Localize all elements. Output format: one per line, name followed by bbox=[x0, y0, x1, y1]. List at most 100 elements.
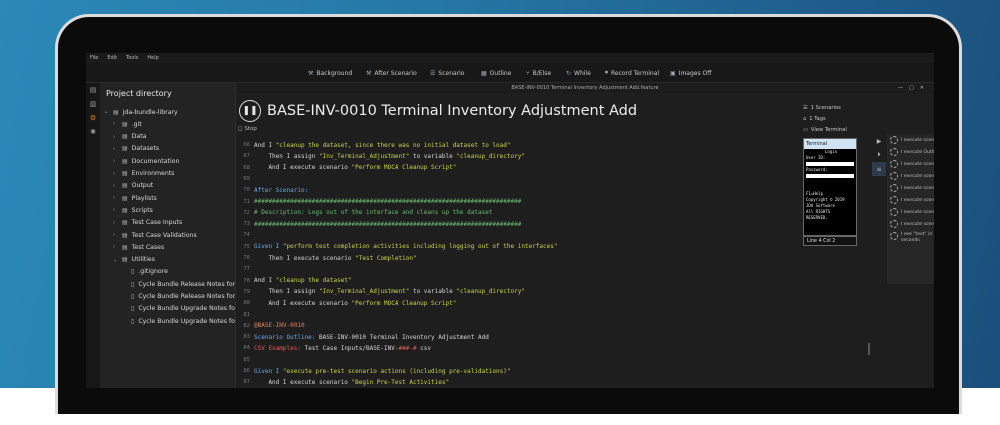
log-text: I execute scenario "Check For User Login… bbox=[901, 221, 934, 227]
tree-item[interactable]: › ▤ .git bbox=[113, 118, 142, 130]
code-line: 80 And I execute scenario "Perform MOCA … bbox=[236, 297, 788, 309]
log-entry: I execute scenario "Check For User Login… bbox=[887, 218, 934, 230]
tree-item-label: jda-bundle-library bbox=[122, 108, 178, 116]
tree-item[interactable]: › ▤ Test Cases bbox=[113, 241, 164, 253]
tree-item[interactable]: ▯Cycle Bundle Release Notes for Blu bbox=[122, 278, 235, 290]
editor-title: BASE-INV-0010 Terminal Inventory Adjustm… bbox=[267, 103, 638, 119]
code-token: "cleanup the dataset" bbox=[275, 277, 352, 285]
line-number: 74 bbox=[243, 232, 250, 239]
tree-item-label: Cycle Bundle Upgrade Notes for Bl bbox=[138, 305, 236, 313]
chevron-icon: ⌄ bbox=[113, 256, 118, 263]
log-entry: I execute scenario "Check For Login Scre… bbox=[887, 182, 934, 194]
code-token: "cleanup the dataset, since there was no… bbox=[275, 141, 511, 149]
log-text: I execute scenario "Check For Login Scre… bbox=[901, 185, 934, 191]
files-icon[interactable]: ▤ bbox=[86, 83, 100, 97]
folder-icon: ▤ bbox=[122, 170, 128, 177]
pause-icon: ❚❚ bbox=[242, 106, 258, 116]
while-button[interactable]: ↻ While bbox=[566, 67, 591, 79]
terminal-preview[interactable]: Terminal Login User ID: Password: F1=Hel… bbox=[803, 138, 857, 236]
menu-help[interactable]: Help bbox=[147, 55, 158, 61]
line-number: 68 bbox=[243, 164, 250, 171]
tree-item[interactable]: ▯ .gitignore bbox=[122, 266, 168, 278]
library-icon[interactable]: ▥ bbox=[86, 97, 100, 111]
log-entry: I execute scenario "Check For User Logge… bbox=[887, 206, 934, 218]
tree-item[interactable]: › ▤ Playlists bbox=[113, 192, 157, 204]
code-token: "execute pre-test scenario actions (incl… bbox=[282, 367, 511, 375]
code-token: to variable bbox=[409, 152, 457, 160]
tree-item[interactable]: › ▤ Test Case Inputs bbox=[113, 217, 182, 229]
tree-item[interactable]: ▯Cycle Bundle Release Notes for Blu bbox=[122, 291, 235, 303]
code-token: "Inv_Terminal_Adjustment" bbox=[319, 152, 410, 160]
after-scenario-button[interactable]: ⚒ After Scenario bbox=[366, 67, 417, 79]
code-line: 67 Then I assign "Inv_Terminal_Adjustmen… bbox=[236, 150, 788, 162]
record-terminal-button[interactable]: ⏺ Record Terminal bbox=[605, 67, 659, 79]
git-icon[interactable]: ⚙ bbox=[86, 111, 100, 125]
scrollbar-thumb[interactable] bbox=[868, 343, 870, 355]
code-line: 85 bbox=[236, 354, 788, 366]
folder-icon: ▤ bbox=[122, 243, 128, 251]
tree-item[interactable]: ▯ Cycle Bundle Upgrade Notes for Bl bbox=[122, 315, 235, 327]
chevron-icon: › bbox=[113, 219, 115, 226]
maximize-button[interactable]: □ bbox=[909, 83, 914, 93]
code-token: "Perform MOCA Cleanup Script" bbox=[351, 299, 457, 307]
code-token: Then I assign bbox=[254, 288, 320, 296]
code-line: 82 @BASE-INV-0010 bbox=[236, 320, 788, 332]
tree-item[interactable]: › ▤ Data bbox=[113, 131, 146, 143]
code-token: "Inv_Terminal_Adjustment" bbox=[319, 288, 410, 296]
tags-link[interactable]: ⌂ 1 Tags bbox=[803, 113, 873, 124]
code-token: "Test Completion" bbox=[355, 254, 417, 262]
code-line: 83 Scenario Outline: BASE-INV-0010 Termin… bbox=[236, 331, 788, 343]
line-number: 82 bbox=[243, 322, 250, 329]
user-id-field bbox=[806, 162, 854, 166]
chevron-icon: › bbox=[113, 244, 115, 251]
code-token: Then I execute scenario bbox=[254, 254, 356, 262]
chevron-icon: › bbox=[113, 170, 115, 177]
app-window: File Edit Tools Help ⚒ Background ⚒ After … bbox=[86, 53, 934, 388]
grid-icon: ▦ bbox=[481, 69, 487, 77]
run-icon[interactable]: ▶ bbox=[872, 134, 886, 148]
tree-item-label: Test Case Validations bbox=[131, 231, 197, 239]
tree-item[interactable]: › ▤ Output bbox=[113, 180, 153, 192]
tree-item[interactable]: › ▤ Environments bbox=[113, 168, 174, 180]
tree-item[interactable]: ▯ Cycle Bundle Upgrade Notes for Bl bbox=[122, 303, 236, 315]
log-icon[interactable]: ≡ bbox=[872, 162, 886, 176]
tree-item[interactable]: › ▤ Scripts bbox=[113, 204, 153, 216]
if-else-button[interactable]: ⑂ B/Else bbox=[526, 67, 551, 79]
image-icon: ▣ bbox=[670, 69, 676, 77]
menu-edit[interactable]: Edit bbox=[107, 55, 117, 61]
debug-icon[interactable]: ⏵ bbox=[872, 148, 886, 162]
tree-item[interactable]: › ▤ Documentation bbox=[113, 155, 179, 167]
code-token: ########################################… bbox=[254, 220, 522, 228]
stop-button[interactable]: ◻ Stop bbox=[238, 126, 257, 132]
folder-icon: ▤ bbox=[122, 194, 128, 202]
settings-icon[interactable]: ✺ bbox=[86, 125, 100, 139]
tree-item[interactable]: ⌄ ▤ Utilities bbox=[113, 254, 155, 266]
spinner-icon bbox=[890, 136, 898, 144]
tree-item-label: Output bbox=[131, 182, 154, 190]
code-line: 68 And I execute scenario "Perform MOCA … bbox=[236, 162, 788, 174]
tree-item[interactable]: › ▤ Test Case Validations bbox=[113, 229, 197, 241]
view-terminal-link[interactable]: ▭ View Terminal bbox=[803, 124, 873, 135]
terminal-line: Password: bbox=[806, 167, 828, 172]
minimize-button[interactable]: — bbox=[898, 83, 903, 93]
terminal-links: ☰ 1 Scenarios ⌂ 1 Tags ▭ View Terminal bbox=[803, 102, 873, 135]
background-button[interactable]: ⚒ Background bbox=[308, 67, 352, 79]
code-line: 73 ######################################… bbox=[236, 218, 788, 230]
tree-item[interactable]: › ▤ Datasets bbox=[113, 143, 159, 155]
scenarios-link[interactable]: ☰ 1 Scenarios bbox=[803, 102, 873, 113]
scenario-button[interactable]: ☰ Scenario bbox=[430, 67, 464, 79]
images-off-button[interactable]: ▣ Images Off bbox=[670, 67, 711, 79]
tree-item[interactable]: ⌄ ▤ jda-bundle-library bbox=[104, 106, 178, 118]
menu-tools[interactable]: Tools bbox=[126, 55, 138, 61]
log-text: I execute Outline "BASE-INV-0010 Termina… bbox=[901, 149, 934, 155]
code-editor: ❚❚ BASE-INV-0010 Terminal Inventory Adju… bbox=[236, 93, 788, 388]
code-line: 74 bbox=[236, 229, 788, 241]
chevron-icon: › bbox=[113, 195, 115, 202]
menu-file[interactable]: File bbox=[90, 55, 98, 61]
spinner-icon bbox=[890, 172, 898, 180]
pause-button[interactable]: ❚❚ bbox=[239, 100, 261, 122]
outline-button[interactable]: ▦ Outline bbox=[481, 67, 511, 79]
code-token: Test Case Inputs/BASE-INV- bbox=[304, 344, 399, 352]
line-number: 69 bbox=[243, 175, 250, 182]
close-button[interactable]: ✕ bbox=[920, 83, 924, 93]
